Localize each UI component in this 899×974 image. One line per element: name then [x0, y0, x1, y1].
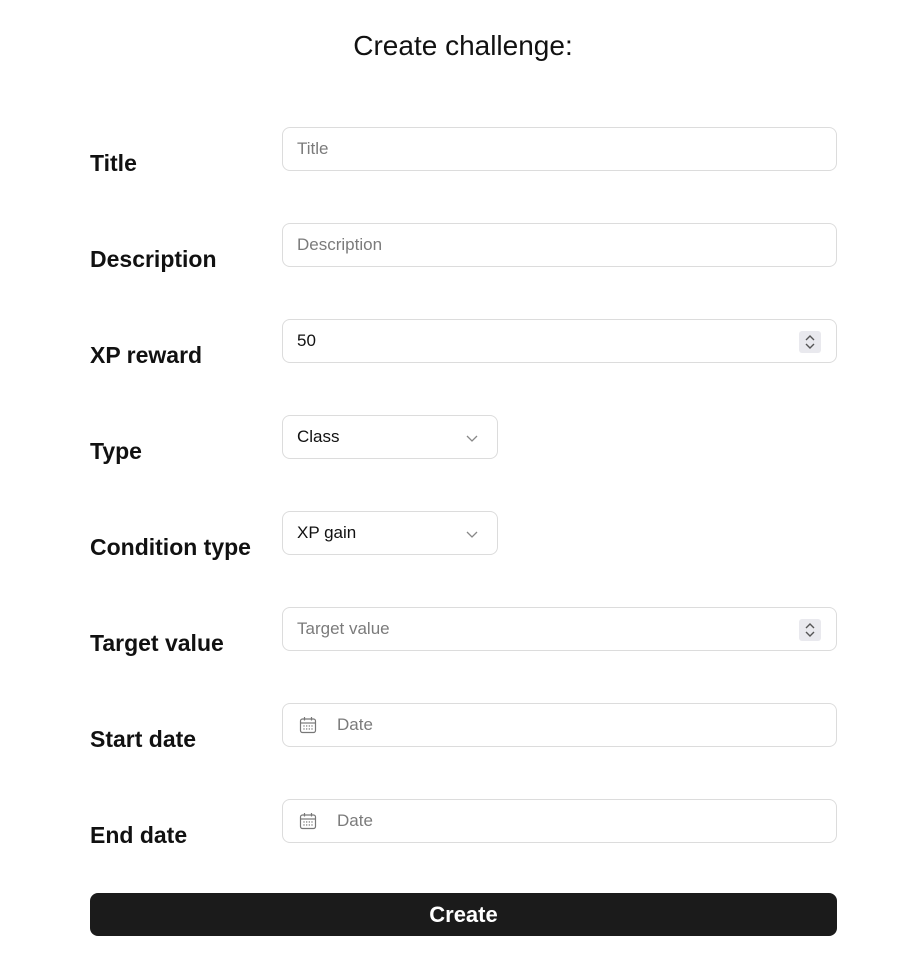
- end-date-row: End date Date: [0, 799, 899, 859]
- target-value-label: Target value: [90, 630, 224, 656]
- type-row: Type Class: [0, 415, 899, 475]
- start-date-placeholder: Date: [337, 715, 373, 734]
- description-input[interactable]: Description: [282, 223, 837, 267]
- start-date-row: Start date Date: [0, 703, 899, 763]
- title-label: Title: [90, 150, 137, 176]
- condition-type-selected-value: XP gain: [297, 523, 357, 542]
- xp-reward-input[interactable]: 50: [282, 319, 837, 363]
- title-input[interactable]: Title: [282, 127, 837, 171]
- title-placeholder: Title: [297, 139, 329, 158]
- page-title: Create challenge:: [353, 30, 573, 61]
- type-selected-value: Class: [297, 427, 340, 446]
- xp-reward-label: XP reward: [90, 342, 203, 368]
- condition-type-row: Condition type XP gain: [0, 511, 899, 571]
- xp-reward-value: 50: [297, 331, 316, 350]
- create-challenge-form: Create challenge: Title Title Descriptio…: [0, 0, 899, 974]
- type-select[interactable]: Class: [282, 415, 498, 459]
- calendar-icon: [299, 717, 317, 734]
- end-date-label: End date: [90, 822, 188, 848]
- description-label: Description: [90, 246, 217, 272]
- condition-type-select[interactable]: XP gain: [282, 511, 498, 555]
- chevron-down-icon: [466, 531, 478, 538]
- up-down-stepper-icon[interactable]: [799, 619, 821, 641]
- description-placeholder: Description: [297, 235, 383, 254]
- end-date-input[interactable]: Date: [282, 799, 837, 843]
- condition-type-label: Condition type: [90, 534, 251, 560]
- xp-reward-row: XP reward 50: [0, 319, 899, 379]
- target-value-row: Target value Target value: [0, 607, 899, 667]
- start-date-label: Start date: [90, 726, 197, 752]
- chevron-down-icon: [466, 435, 478, 442]
- calendar-icon: [299, 813, 317, 830]
- type-label: Type: [90, 438, 142, 464]
- end-date-placeholder: Date: [337, 811, 373, 830]
- start-date-input[interactable]: Date: [282, 703, 837, 747]
- up-down-stepper-icon[interactable]: [799, 331, 821, 353]
- title-row: Title Title: [0, 127, 899, 187]
- target-value-input[interactable]: Target value: [282, 607, 837, 651]
- create-button[interactable]: Create: [90, 893, 837, 936]
- description-row: Description Description: [0, 223, 899, 283]
- target-value-placeholder: Target value: [297, 619, 390, 638]
